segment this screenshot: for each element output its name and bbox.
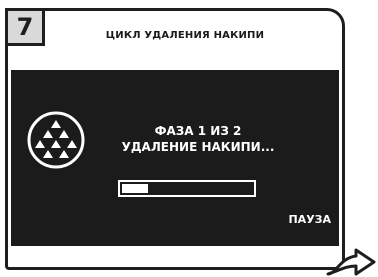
device-screen: ФАЗА 1 ИЗ 2 УДАЛЕНИЕ НАКИПИ... ПАУЗА xyxy=(11,70,339,246)
pause-button[interactable]: ПАУЗА xyxy=(288,213,331,226)
phase-label: ФАЗА 1 ИЗ 2 xyxy=(154,124,242,138)
page-title: ЦИКЛ УДАЛЕНИЯ НАКИПИ xyxy=(105,30,265,41)
descaling-label: УДАЛЕНИЕ НАКИПИ... xyxy=(121,140,275,154)
progress-bar xyxy=(118,180,256,197)
descale-icon xyxy=(27,111,85,169)
step-number-badge: 7 xyxy=(5,8,45,46)
progress-fill xyxy=(122,184,148,193)
next-page-arrow-icon[interactable] xyxy=(326,240,378,277)
phase-status: ФАЗА 1 ИЗ 2 УДАЛЕНИЕ НАКИПИ... xyxy=(103,123,293,155)
